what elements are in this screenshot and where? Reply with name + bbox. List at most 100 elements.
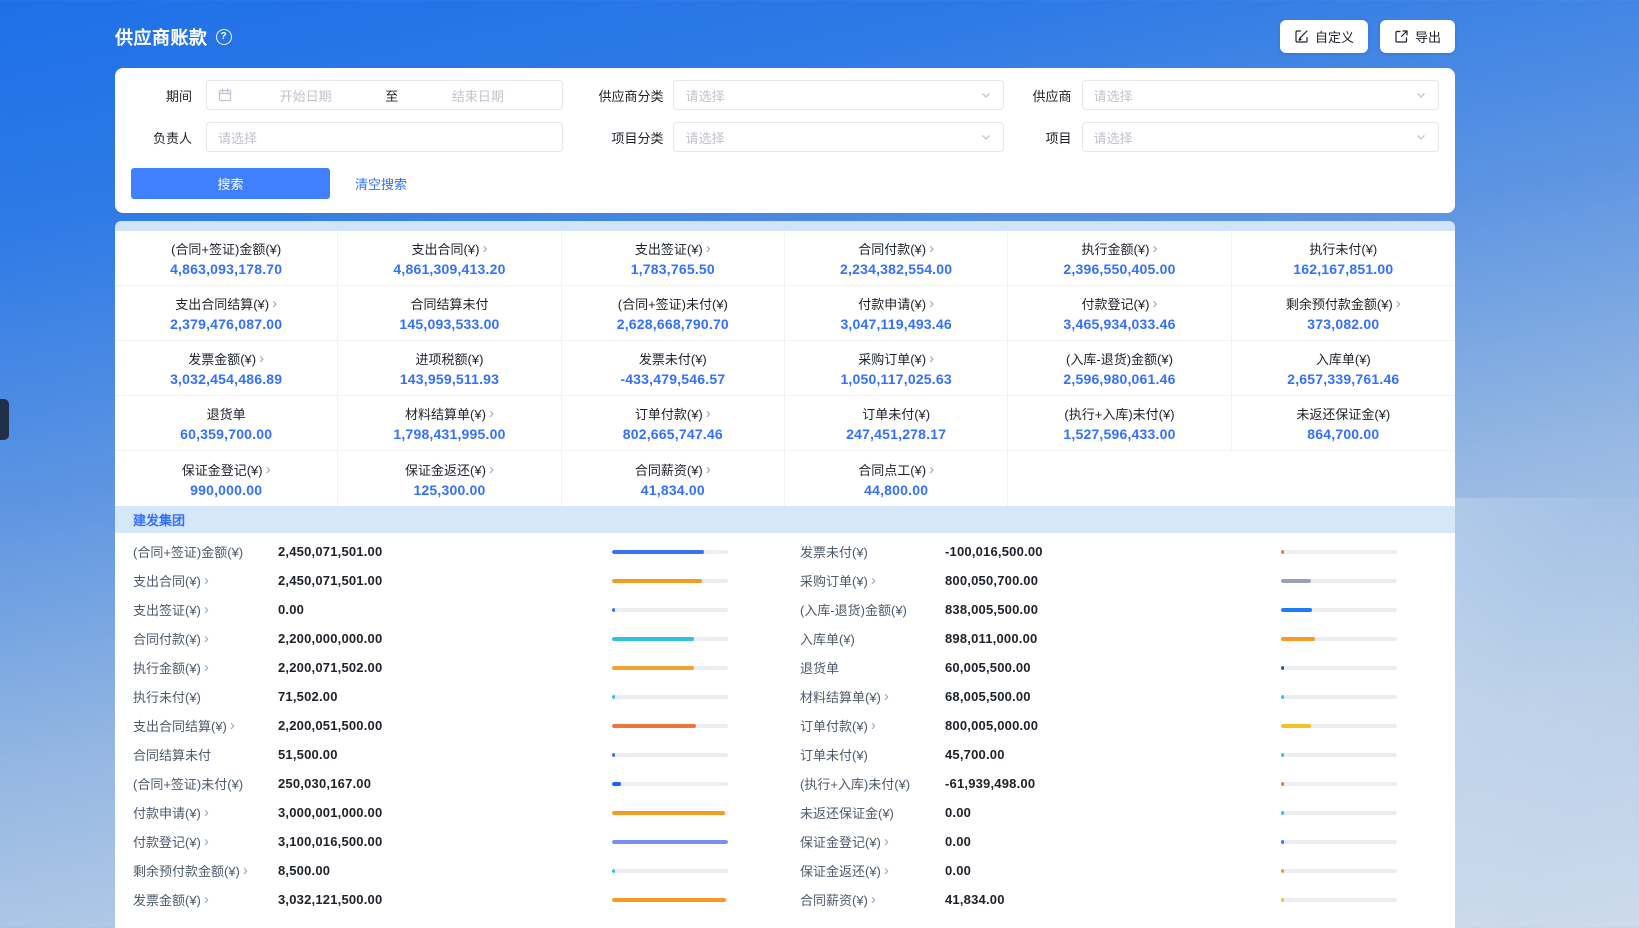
metric-label: 退货单 — [800, 658, 945, 677]
summary-metric-cell[interactable]: 付款申请(¥)›3,047,119,493.46 — [785, 286, 1008, 341]
metric-progress-bar — [612, 898, 728, 902]
metric-label[interactable]: 执行金额(¥)› — [133, 658, 278, 677]
metric-label[interactable]: 付款申请(¥)› — [133, 803, 278, 822]
metric-progress-bar — [1281, 753, 1397, 757]
group-detail: (合同+签证)金额(¥)2,450,071,501.00支出合同(¥)›2,45… — [115, 533, 1455, 928]
metric-label[interactable]: 采购订单(¥)› — [800, 571, 945, 590]
summary-metric-label: 合同薪资(¥)› — [635, 460, 711, 479]
metric-label[interactable]: 保证金登记(¥)› — [800, 832, 945, 851]
summary-metric-cell: 入库单(¥)2,657,339,761.46 — [1232, 341, 1455, 396]
summary-metric-cell[interactable]: 发票金额(¥)› 3,032,454,486.89 — [115, 341, 338, 396]
help-icon[interactable]: ? — [216, 29, 232, 45]
group-metric-row: 保证金登记(¥)›0.00 — [785, 827, 1455, 856]
supplier-category-select[interactable]: 请选择 — [673, 80, 1003, 110]
metric-progress-bar — [612, 753, 728, 757]
chevron-right-icon: › — [929, 462, 934, 477]
chevron-right-icon: › — [929, 241, 934, 256]
metric-value: 3,000,001,000.00 — [278, 805, 612, 820]
summary-metric-label: 付款登记(¥)› — [1082, 294, 1158, 313]
chevron-right-icon: › — [259, 351, 264, 366]
project-select[interactable]: 请选择 — [1082, 122, 1439, 152]
chevron-down-icon — [1415, 89, 1427, 101]
metric-progress-bar — [612, 782, 728, 786]
chevron-right-icon: › — [489, 406, 494, 421]
summary-metric-cell[interactable]: 保证金返还(¥)›125,300.00 — [338, 451, 561, 506]
summary-metric-label: (合同+签证)金额(¥) — [171, 239, 281, 258]
summary-metric-value: 3,032,454,486.89 — [170, 371, 282, 387]
metric-label[interactable]: 合同付款(¥)› — [133, 629, 278, 648]
metric-value: 838,005,500.00 — [945, 602, 1281, 617]
chevron-right-icon: › — [871, 573, 876, 588]
chevron-right-icon: › — [204, 573, 209, 588]
summary-metric-label: 发票金额(¥)› — [188, 349, 264, 368]
summary-metric-cell[interactable]: 执行金额(¥)›2,396,550,405.00 — [1008, 231, 1231, 286]
metric-label[interactable]: 合同薪资(¥)› — [800, 890, 945, 909]
start-date-input[interactable]: 开始日期 — [232, 86, 379, 105]
metric-value: 3,032,121,500.00 — [278, 892, 612, 907]
owner-select[interactable]: 请选择 — [206, 122, 563, 152]
summary-metric-cell[interactable]: 保证金登记(¥)›990,000.00 — [115, 451, 338, 506]
summary-metric-value: 373,082.00 — [1307, 316, 1379, 332]
customize-button[interactable]: 自定义 — [1280, 20, 1368, 53]
summary-metric-value: 4,861,309,413.20 — [393, 261, 505, 277]
summary-metric-cell: 未返还保证金(¥)864,700.00 — [1232, 396, 1455, 451]
summary-metric-cell[interactable]: 付款登记(¥)›3,465,934,033.46 — [1008, 286, 1231, 341]
summary-metric-cell: 进项税额(¥)143,959,511.93 — [338, 341, 561, 396]
summary-metric-value: -433,479,546.57 — [620, 371, 725, 387]
summary-metric-value: 2,234,382,554.00 — [840, 261, 952, 277]
chevron-right-icon: › — [884, 834, 889, 849]
clear-search-link[interactable]: 清空搜索 — [355, 174, 407, 193]
summary-metric-cell[interactable]: 订单付款(¥)›802,665,747.46 — [562, 396, 785, 451]
summary-metric-cell[interactable]: 合同付款(¥)›2,234,382,554.00 — [785, 231, 1008, 286]
drawer-collapse-handle[interactable] — [0, 399, 9, 440]
summary-metric-cell[interactable]: 支出签证(¥)›1,783,765.50 — [562, 231, 785, 286]
project-category-select[interactable]: 请选择 — [673, 122, 1003, 152]
select-placeholder: 请选择 — [685, 128, 724, 147]
group-metric-row: 发票未付(¥)-100,016,500.00 — [785, 537, 1455, 566]
metric-progress-bar — [612, 811, 728, 815]
group-metrics-left: (合同+签证)金额(¥)2,450,071,501.00支出合同(¥)›2,45… — [115, 537, 785, 914]
summary-metric-value: 1,798,431,995.00 — [393, 426, 505, 442]
supplier-select[interactable]: 请选择 — [1082, 80, 1439, 110]
period-label: 期间 — [131, 86, 192, 105]
metric-label: 合同结算未付 — [133, 745, 278, 764]
page-header: 供应商账款 ? 自定义 导出 — [115, 0, 1455, 53]
summary-metric-cell[interactable]: 合同薪资(¥)›41,834.00 — [562, 451, 785, 506]
chevron-right-icon: › — [884, 689, 889, 704]
date-range-picker[interactable]: 开始日期 至 结束日期 — [206, 80, 563, 110]
metric-label[interactable]: 支出合同结算(¥)› — [133, 716, 278, 735]
metric-label[interactable]: 剩余预付款金额(¥)› — [133, 861, 278, 880]
group-header[interactable]: 建发集团 — [115, 506, 1455, 533]
summary-metric-cell[interactable]: 采购订单(¥)›1,050,117,025.63 — [785, 341, 1008, 396]
metric-value: 3,100,016,500.00 — [278, 834, 612, 849]
metric-label[interactable]: 付款登记(¥)› — [133, 832, 278, 851]
metric-label[interactable]: 发票金额(¥)› — [133, 890, 278, 909]
group-metric-row: (执行+入库)未付(¥)-61,939,498.00 — [785, 769, 1455, 798]
metric-label[interactable]: 支出合同(¥)› — [133, 571, 278, 590]
end-date-input[interactable]: 结束日期 — [404, 86, 551, 105]
supplier-category-label: 供应商分类 — [591, 86, 663, 105]
metric-label[interactable]: 支出签证(¥)› — [133, 600, 278, 619]
summary-metric-cell[interactable]: 合同点工(¥)›44,800.00 — [785, 451, 1008, 506]
group-metric-row: (合同+签证)未付(¥)250,030,167.00 — [115, 769, 785, 798]
search-button[interactable]: 搜索 — [131, 168, 330, 199]
summary-metric-cell[interactable]: 支出合同结算(¥)›2,379,476,087.00 — [115, 286, 338, 341]
summary-metric-cell[interactable]: 支出合同(¥)›4,861,309,413.20 — [338, 231, 561, 286]
summary-metric-label: 合同点工(¥)› — [858, 460, 934, 479]
summary-metric-label: 订单未付(¥) — [862, 404, 930, 423]
summary-metric-cell: (入库-退货)金额(¥)2,596,980,061.46 — [1008, 341, 1231, 396]
page-title: 供应商账款 — [115, 24, 208, 50]
chevron-right-icon: › — [706, 241, 711, 256]
summary-metric-label: 订单付款(¥)› — [635, 404, 711, 423]
summary-metric-cell[interactable]: 材料结算单(¥)›1,798,431,995.00 — [338, 396, 561, 451]
metric-progress-bar — [612, 869, 728, 873]
summary-metric-value: 4,863,093,178.70 — [170, 261, 282, 277]
metric-label[interactable]: 保证金返还(¥)› — [800, 861, 945, 880]
summary-metric-cell[interactable]: 剩余预付款金额(¥)›373,082.00 — [1232, 286, 1455, 341]
metric-progress-bar — [1281, 724, 1397, 728]
metric-label[interactable]: 订单付款(¥)› — [800, 716, 945, 735]
summary-metric-label: (执行+入库)未付(¥) — [1064, 404, 1174, 423]
metric-label[interactable]: 材料结算单(¥)› — [800, 687, 945, 706]
export-button[interactable]: 导出 — [1380, 20, 1455, 53]
summary-metric-label: 支出签证(¥)› — [635, 239, 711, 258]
